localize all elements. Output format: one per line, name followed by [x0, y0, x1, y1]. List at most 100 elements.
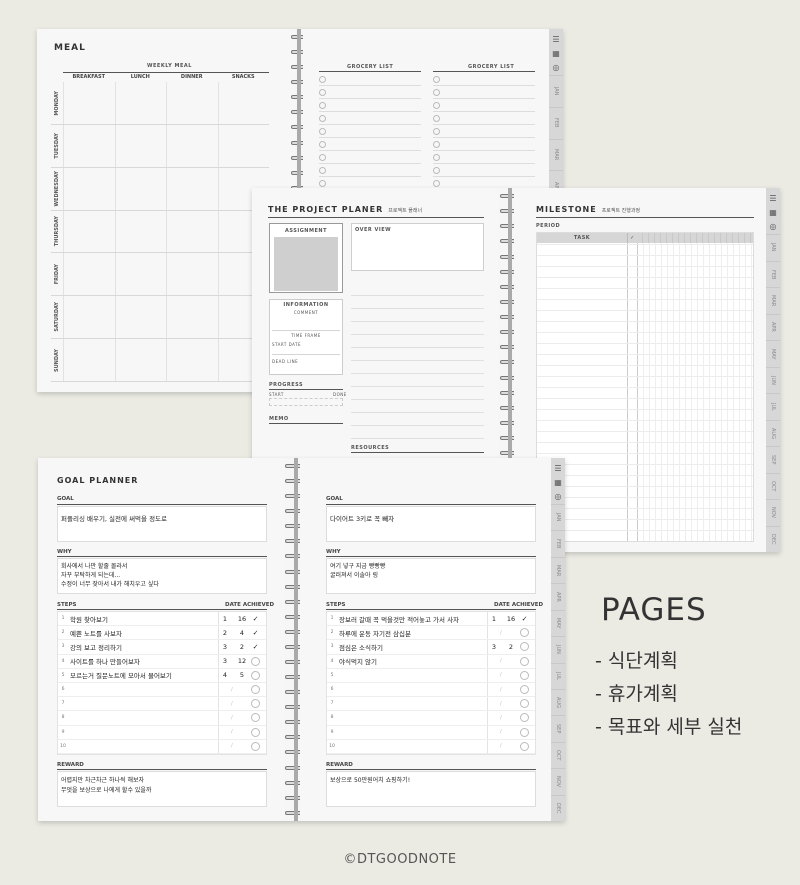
menu-icon[interactable]: ☰: [551, 462, 565, 476]
grocery-checkbox[interactable]: [433, 114, 440, 122]
grocery-item[interactable]: [433, 99, 535, 112]
tab-month-feb[interactable]: FEB: [551, 530, 565, 556]
meal-cell[interactable]: [63, 296, 115, 339]
grocery-checkbox[interactable]: [433, 88, 440, 96]
menu-icon[interactable]: ☰: [549, 33, 563, 47]
tab-month-apr[interactable]: APR: [551, 583, 565, 609]
meal-cell[interactable]: [114, 82, 167, 124]
tab-month-may[interactable]: MAY: [551, 609, 565, 636]
grocery-item[interactable]: [319, 138, 421, 151]
tab-month-mar[interactable]: MAR: [551, 556, 565, 583]
meal-cell[interactable]: [166, 210, 218, 253]
grocery-item[interactable]: [319, 112, 421, 125]
grocery-checkbox[interactable]: [433, 166, 440, 174]
step-done-checkbox[interactable]: [251, 685, 260, 695]
overview-line[interactable]: [351, 348, 484, 361]
grocery-item[interactable]: [433, 86, 535, 99]
step-row[interactable]: 4 사이트를 하나 만들어보자 3 12: [58, 654, 266, 669]
step-row[interactable]: 7/: [327, 697, 535, 712]
meal-cell[interactable]: [217, 82, 270, 124]
tab-month-aug[interactable]: AUG: [766, 419, 780, 447]
goal-input[interactable]: 퍼플리싱 배우기, 실전에 써먹을 정도로: [57, 506, 267, 542]
grocery-checkbox[interactable]: [433, 140, 440, 148]
meal-cell[interactable]: [166, 124, 218, 167]
step-done-checkbox[interactable]: [520, 699, 529, 709]
calendar-icon[interactable]: ▦: [551, 476, 565, 490]
overview-line[interactable]: [351, 322, 484, 335]
reward-input[interactable]: 어렵지만 차근차근 하나씩 해보자 무엇을 보상으로 나에게 할수 있을까: [57, 771, 267, 807]
tab-month-dec[interactable]: DEC: [551, 794, 565, 821]
grocery-checkbox[interactable]: [319, 140, 326, 148]
grocery-checkbox[interactable]: [319, 88, 326, 96]
grocery-checkbox[interactable]: [319, 166, 326, 174]
meal-cell[interactable]: [166, 253, 218, 296]
meal-cell[interactable]: [166, 82, 218, 124]
tab-month-jun[interactable]: JUN: [551, 636, 565, 662]
meal-cell[interactable]: [166, 339, 218, 382]
grocery-checkbox[interactable]: [433, 127, 440, 135]
grocery-item[interactable]: [319, 125, 421, 138]
grocery-checkbox[interactable]: [319, 101, 326, 109]
step-done-checkbox[interactable]: ✓: [251, 642, 260, 651]
step-row[interactable]: 1 학원 찾아보기 1 16 ✓: [58, 612, 266, 627]
grocery-item[interactable]: [319, 99, 421, 112]
overview-line[interactable]: [351, 426, 484, 439]
meal-cell[interactable]: [63, 167, 115, 210]
grocery-checkbox[interactable]: [433, 101, 440, 109]
meal-cell[interactable]: [63, 339, 115, 382]
reward-input[interactable]: 보상으로 50만원어치 쇼핑하기!: [326, 771, 536, 807]
tab-month-oct[interactable]: OCT: [766, 472, 780, 500]
meal-cell[interactable]: [217, 124, 270, 167]
step-done-checkbox[interactable]: [520, 670, 529, 680]
why-input[interactable]: 회사에서 나만 할줄 몰라서 자꾸 부탁하게 되는데... 수정이 너무 잦아서 내…: [57, 558, 267, 594]
tab-month-dec[interactable]: DEC: [766, 525, 780, 553]
grocery-item[interactable]: [319, 86, 421, 99]
overview-box[interactable]: OVER VIEW: [351, 223, 484, 271]
grocery-item[interactable]: [433, 125, 535, 138]
grocery-item[interactable]: [433, 151, 535, 164]
calendar-icon[interactable]: ▦: [549, 47, 563, 61]
meal-cell[interactable]: [114, 296, 167, 339]
overview-line[interactable]: [351, 400, 484, 413]
meal-cell[interactable]: [63, 82, 115, 124]
assignment-box[interactable]: ASSIGNMENT: [269, 223, 343, 293]
grocery-checkbox[interactable]: [319, 179, 326, 187]
meal-cell[interactable]: [114, 124, 167, 167]
tab-month-jan[interactable]: JAN: [766, 234, 780, 261]
tab-month-jul[interactable]: JUL: [766, 393, 780, 420]
meal-cell[interactable]: [63, 253, 115, 296]
menu-icon[interactable]: ☰: [766, 192, 780, 206]
meal-cell[interactable]: [114, 253, 167, 296]
tab-month-jul[interactable]: JUL: [551, 662, 565, 689]
step-done-checkbox[interactable]: [520, 685, 529, 695]
step-done-checkbox[interactable]: [251, 670, 260, 680]
tab-month-apr[interactable]: APR: [766, 313, 780, 341]
step-row[interactable]: 2 예쁜 노트를 사보자 2 4 ✓: [58, 626, 266, 641]
meal-cell[interactable]: [114, 167, 167, 210]
step-row[interactable]: 10 /: [327, 739, 535, 754]
step-row[interactable]: 3 점심은 소식하기 3 2: [327, 640, 535, 655]
overview-line[interactable]: [351, 283, 484, 296]
palette-icon[interactable]: ◎: [551, 490, 565, 504]
tab-month-jun[interactable]: JUN: [766, 366, 780, 394]
step-row[interactable]: 2 하루에 운동 자기전 삼십분 /: [327, 626, 535, 641]
tab-month-jan[interactable]: JAN: [551, 504, 565, 530]
grocery-item[interactable]: [433, 112, 535, 125]
step-done-checkbox[interactable]: [251, 713, 260, 723]
grocery-checkbox[interactable]: [319, 153, 326, 161]
meal-cell[interactable]: [63, 124, 115, 167]
tab-month-nov[interactable]: NOV: [766, 499, 780, 526]
step-done-checkbox[interactable]: [520, 656, 529, 666]
step-done-checkbox[interactable]: [520, 713, 529, 723]
palette-icon[interactable]: ◎: [766, 220, 780, 234]
overview-line[interactable]: [351, 413, 484, 426]
grocery-checkbox[interactable]: [433, 75, 440, 83]
overview-line[interactable]: [351, 309, 484, 322]
grocery-item[interactable]: [433, 73, 535, 86]
tab-month-feb[interactable]: FEB: [766, 260, 780, 288]
step-row[interactable]: 6/: [58, 682, 266, 698]
step-done-checkbox[interactable]: [251, 699, 260, 709]
step-done-checkbox[interactable]: [251, 741, 260, 751]
step-done-checkbox[interactable]: [520, 628, 529, 638]
step-row[interactable]: 5/: [327, 668, 535, 683]
